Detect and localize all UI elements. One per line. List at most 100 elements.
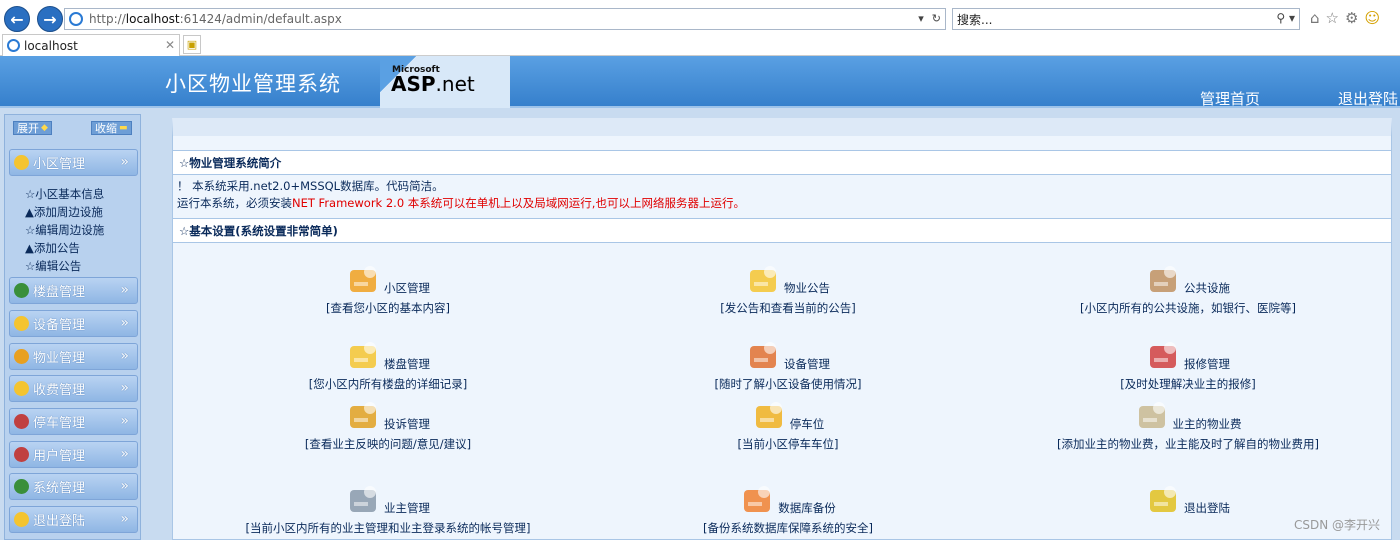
double-chevron-icon: » [120,413,129,429]
sidebar-menu-equipment[interactable]: 设备管理 » [9,310,138,337]
sidebar-menu-logout[interactable]: 退出登陆 » [9,506,138,533]
submenu-item-edit-notice[interactable]: ☆编辑公告 [25,257,104,275]
forward-button[interactable]: → [37,6,63,32]
envelope-icon [740,482,776,518]
lamp-icon [1146,262,1182,298]
grid-item-equipment-mgmt[interactable]: 设备管理 [随时了解小区设备使用情况] [588,336,988,392]
grid-item-building-mgmt[interactable]: 楼盘管理 [您小区内所有楼盘的详细记录] [188,336,588,392]
sidebar-menu-label: 系统管理 [33,481,86,496]
grid-item-facility[interactable]: 公共设施 [小区内所有的公共设施，如银行、医院等] [988,260,1388,316]
double-chevron-icon: » [120,154,129,170]
sidebar-menu-label: 退出登陆 [33,514,86,529]
grid-item-label: 业主的物业费 [1172,417,1242,431]
sidebar-menu-parking[interactable]: 停车管理 » [9,408,138,435]
url-text: http://localhost:61424/admin/default.asp… [89,12,342,26]
url-input[interactable]: http://localhost:61424/admin/default.asp… [64,8,946,30]
notebook-icon [746,262,782,298]
double-chevron-icon: » [120,315,129,331]
collapse-button[interactable]: 收缩 ▬ [91,121,132,135]
collapse-icon: ▬ [119,123,128,133]
submenu-item-add-notice[interactable]: ▲添加公告 [25,239,104,257]
intro-line-1: ！ 本系统采用.net2.0+MSSQL数据库。代码简洁。 [177,179,444,193]
sidebar-menu-label: 设备管理 [33,318,86,333]
sidebar-menu-user[interactable]: 用户管理 » [9,441,138,468]
asp-net-logo: Microsoft ASP.net [380,56,510,108]
grid-item-community-mgmt[interactable]: 小区管理 [查看您小区的基本内容] [188,260,588,316]
grid-item-label: 数据库备份 [778,501,836,515]
expand-icon: ◆ [41,123,48,133]
tab-close-icon[interactable]: ✕ [165,38,175,52]
favorites-star-icon[interactable]: ☆ [1326,9,1339,27]
grid-item-owner-mgmt[interactable]: 业主管理 [当前小区内所有的业主管理和业主登录系统的帐号管理] [188,480,588,536]
search-input[interactable]: 搜索... ⚲ ▾ [952,8,1300,30]
gear-icon[interactable]: ⚙ [1345,9,1358,27]
grid-item-label: 业主管理 [384,501,430,515]
main-panel: ☆物业管理系统简介 ！ 本系统采用.net2.0+MSSQL数据库。代码简洁。 … [172,118,1392,540]
smiley-icon[interactable]: ☺ [1364,9,1380,27]
url-controls: ▾ ↻ [918,12,941,25]
grid-item-repair-mgmt[interactable]: 报修管理 [及时处理解决业主的报修] [988,336,1388,392]
grid-item-label: 设备管理 [784,357,830,371]
grid-item-label: 退出登陆 [1184,501,1230,515]
grid-item-notice[interactable]: 物业公告 [发公告和查看当前的公告] [588,260,988,316]
search-icon[interactable]: ⚲ ▾ [1276,11,1295,25]
sidebar-menu-building[interactable]: 楼盘管理 » [9,277,138,304]
home-link[interactable]: 管理首页 [1200,88,1260,109]
header-logout-link[interactable]: 退出登陆 [1338,88,1398,109]
settings-title: ☆基本设置(系统设置非常简单) [173,218,1391,243]
intro-text: ！ 本系统采用.net2.0+MSSQL数据库。代码简洁。 运行本系统，必须安装… [177,178,745,212]
double-chevron-icon: » [120,282,129,298]
grid-item-complaint-mgmt[interactable]: 投诉管理 [查看业主反映的问题/意见/建议] [188,396,588,452]
submenu-item-edit-facility[interactable]: ☆编辑周边设施 [25,221,104,239]
grid-item-desc: [您小区内所有楼盘的详细记录] [308,377,468,391]
sidebar-menu-label: 物业管理 [33,351,86,366]
medal-icon [346,398,382,434]
grid-item-desc: [查看您小区的基本内容] [326,301,450,315]
double-chevron-icon: » [120,511,129,527]
intro-line-2: 运行本系统，必须安装NET Framework 2.0 本系统可以在单机上以及局… [177,196,745,210]
sidebar-menu-billing[interactable]: 收费管理 » [9,375,138,402]
submenu-item-add-facility[interactable]: ▲添加周边设施 [25,203,104,221]
sidebar-controls: 展开 ◆ 收缩 ▬ [9,119,137,137]
double-chevron-icon: » [120,380,129,396]
watermark: CSDN @李开兴 [1294,518,1381,532]
bulb-icon [14,512,29,527]
intro-title: ☆物业管理系统简介 [173,150,1391,175]
grid-item-desc: [小区内所有的公共设施，如银行、医院等] [1080,301,1296,315]
sidebar-menu-label: 小区管理 [33,157,86,172]
users-icon [14,447,29,462]
ie-icon [69,12,83,26]
sidebar-menu-label: 用户管理 [33,449,86,464]
sidebar-menu-label: 收费管理 [33,383,86,398]
cars-icon [14,479,29,494]
cars-icon [14,414,29,429]
book-stack-icon [746,338,782,374]
dropdown-icon[interactable]: ▾ [918,12,924,25]
sidebar-menu-community[interactable]: 小区管理 » [9,149,138,176]
sidebar-menu-system[interactable]: 系统管理 » [9,473,138,500]
grid-item-parking[interactable]: 停车位 [当前小区停车车位] [588,396,988,452]
new-tab-button[interactable]: ▣ [183,35,201,54]
sidebar-menu-label: 楼盘管理 [33,285,86,300]
submenu-item-basic-info[interactable]: ☆小区基本信息 [25,185,104,203]
main-content: ☆物业管理系统简介 ！ 本系统采用.net2.0+MSSQL数据库。代码简洁。 … [166,108,1400,540]
sidebar-menu-property[interactable]: 物业管理 » [9,343,138,370]
bulb-icon [14,316,29,331]
home-icon[interactable]: ⌂ [1310,9,1320,27]
smiley-icon [14,381,29,396]
browser-tab-bar: localhost ✕ ▣ [0,34,1400,56]
grid-item-desc: [发公告和查看当前的公告] [720,301,856,315]
back-button[interactable]: ← [4,6,30,32]
grid-item-desc: [随时了解小区设备使用情况] [714,377,862,391]
globe-icon [14,283,29,298]
grid-item-desc: [添加业主的物业费，业主能及时了解自的物业费用] [1057,437,1319,451]
browser-tab[interactable]: localhost ✕ [2,34,180,56]
grid-item-property-fee[interactable]: 业主的物业费 [添加业主的物业费，业主能及时了解自的物业费用] [988,396,1388,452]
grid-item-db-backup[interactable]: 数据库备份 [备份系统数据库保障系统的安全] [588,480,988,536]
double-chevron-icon: » [120,348,129,364]
grid-item-logout[interactable]: 退出登陆 [988,480,1388,520]
refresh-icon[interactable]: ↻ [932,12,941,25]
camera-icon [346,482,382,518]
expand-button[interactable]: 展开 ◆ [13,121,52,135]
grid-item-label: 小区管理 [384,281,430,295]
